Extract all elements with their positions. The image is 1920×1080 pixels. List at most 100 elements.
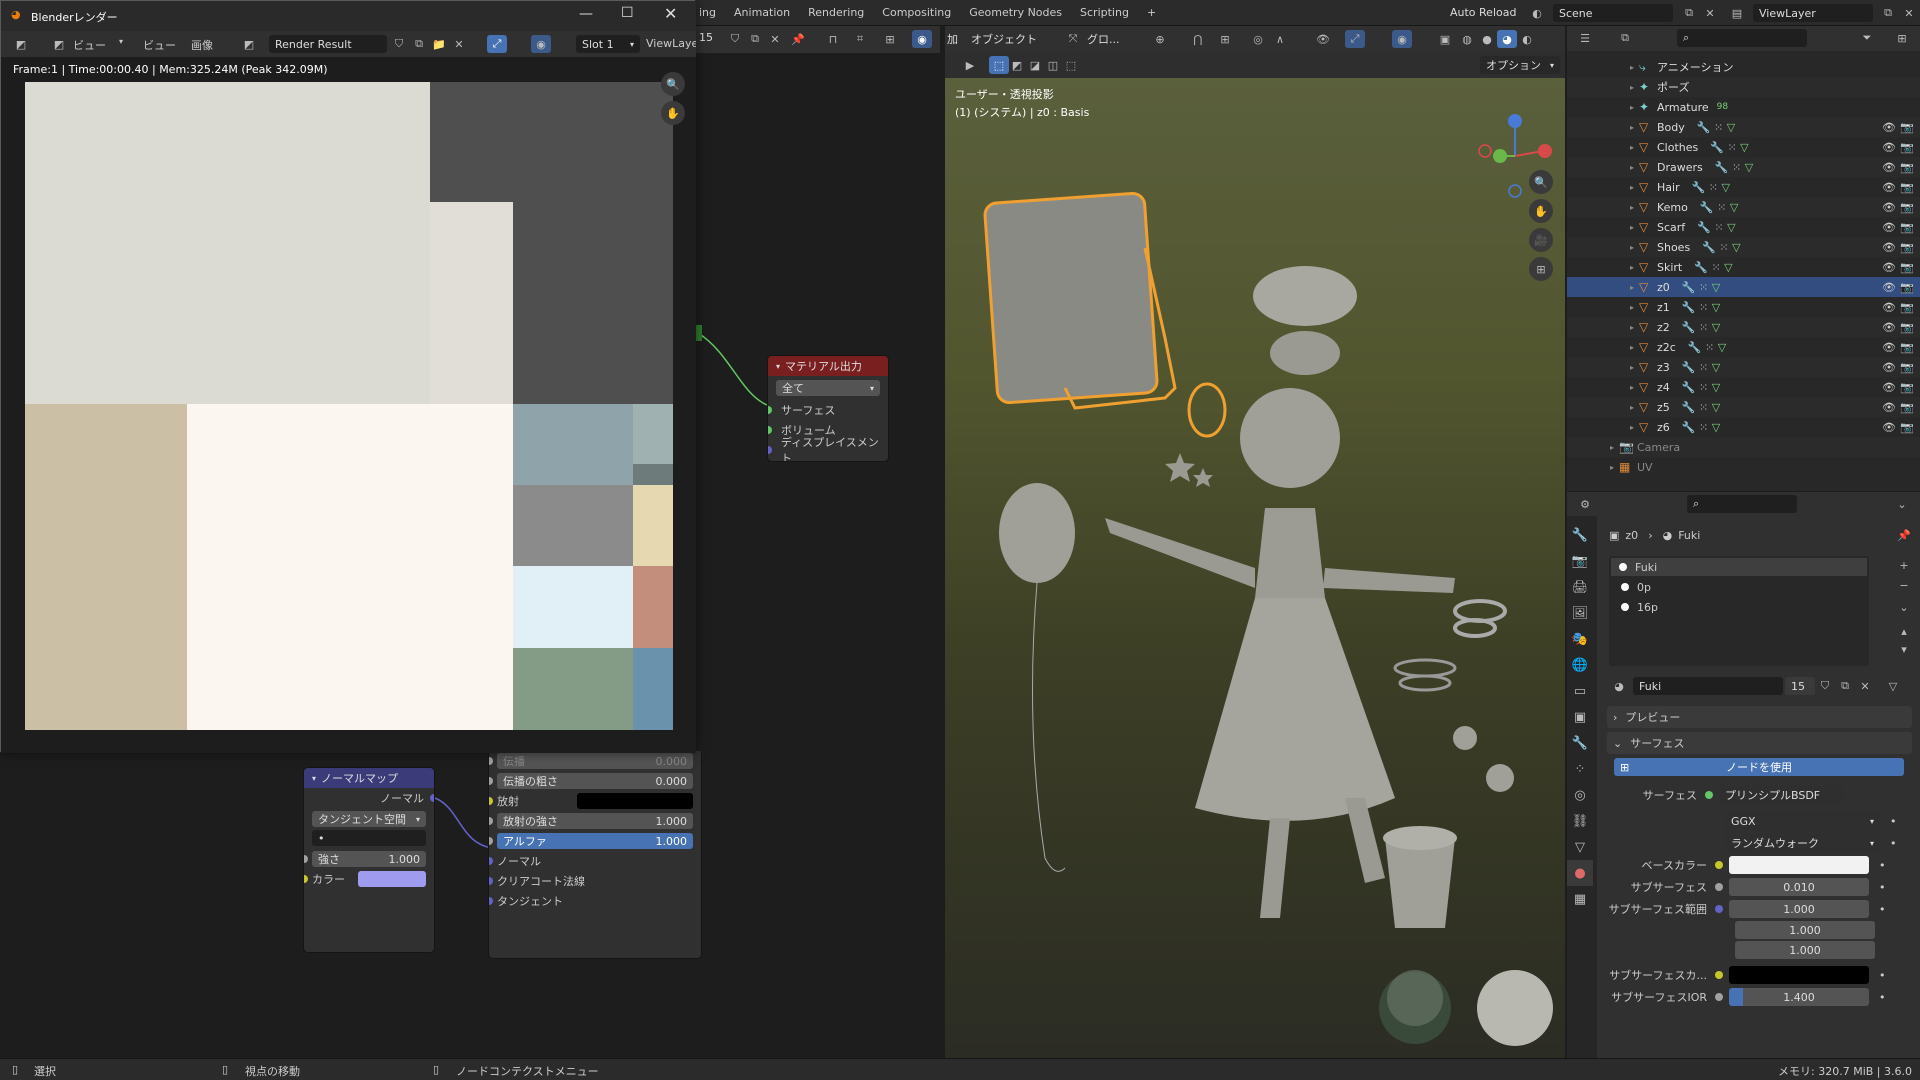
emission-strength-socket[interactable] xyxy=(489,817,493,825)
expand-arrow-icon[interactable]: ▸ xyxy=(1625,403,1639,412)
modifier-icon[interactable]: 🔧 xyxy=(1715,161,1729,174)
collapse-icon[interactable]: ▾ xyxy=(312,774,316,783)
outliner-item-uv[interactable]: ▸ ▦ UV xyxy=(1567,457,1920,477)
data-tab-icon[interactable]: ▽ xyxy=(1567,834,1593,860)
render-visibility-icon[interactable]: 📷 xyxy=(1900,401,1914,414)
color-swatch[interactable] xyxy=(358,871,426,887)
view-menu[interactable]: ビュー xyxy=(143,37,176,53)
auto-reload-label[interactable]: Auto Reload xyxy=(1450,6,1516,19)
mesh-data-icon[interactable]: ▽ xyxy=(1712,321,1720,334)
proportional-icon[interactable]: ◎ xyxy=(1248,30,1268,48)
constraints-tab-icon[interactable]: ⛓ xyxy=(1567,808,1593,834)
normal-map-node[interactable]: ▾ ノーマルマップ ノーマル タンジェント空間 ▾ • 強さ 1.000 カラー xyxy=(303,767,435,953)
pan-hand-icon[interactable]: ✋ xyxy=(1529,199,1553,223)
image-menu[interactable]: 画像 xyxy=(191,37,213,53)
expand-arrow-icon[interactable]: ▸ xyxy=(1625,243,1639,252)
vertex-group-icon[interactable]: ⁙ xyxy=(1727,141,1736,154)
select-invert-icon[interactable]: ◫ xyxy=(1043,56,1063,74)
render-view-layer[interactable]: ViewLaye xyxy=(646,37,696,50)
collapse-icon[interactable]: ▾ xyxy=(776,362,780,371)
use-nodes-button[interactable]: ⊞ ノードを使用 xyxy=(1614,758,1904,776)
keyframe-dot-icon[interactable]: • xyxy=(1879,881,1886,894)
zoom-icon[interactable]: 🔍 xyxy=(661,72,685,96)
strength-socket[interactable] xyxy=(304,855,308,863)
render-visibility-icon[interactable]: 📷 xyxy=(1900,321,1914,334)
select-box-icon[interactable]: ⬚ xyxy=(989,56,1009,74)
vertex-group-icon[interactable]: ⁙ xyxy=(1719,241,1728,254)
modifier-icon[interactable]: 🔧 xyxy=(1688,341,1702,354)
vertex-group-icon[interactable]: ⁙ xyxy=(1699,381,1708,394)
alpha-field[interactable]: アルファ 1.000 xyxy=(497,833,693,849)
options-chevron-icon[interactable]: ⌄ xyxy=(1892,495,1912,513)
material-output-node[interactable]: ▾ マテリアル出力 全て ▾ サーフェス ボリューム ディスプレイスメント xyxy=(767,355,889,462)
visibility-eye-icon[interactable]: 👁 xyxy=(1882,181,1896,194)
new-scene-icon[interactable]: ⧉ xyxy=(1679,4,1699,22)
mesh-data-icon[interactable]: ▽ xyxy=(1727,121,1735,134)
radius-y-field[interactable]: 1.000 xyxy=(1735,921,1875,939)
mesh-data-icon[interactable]: ▽ xyxy=(1712,301,1720,314)
render-visibility-icon[interactable]: 📷 xyxy=(1900,421,1914,434)
expand-arrow-icon[interactable]: ▸ xyxy=(1625,303,1639,312)
keyframe-dot-icon[interactable]: • xyxy=(1879,991,1886,1004)
visibility-eye-icon[interactable]: 👁 xyxy=(1882,141,1896,154)
mesh-data-icon[interactable]: ▽ xyxy=(1712,281,1720,294)
scene-field[interactable]: Scene xyxy=(1553,4,1673,22)
view-layer-tab-icon[interactable]: 🖼 xyxy=(1567,600,1593,626)
render-canvas[interactable]: Frame:1 | Time:00:00.40 | Mem:325.24M (P… xyxy=(1,57,696,753)
mesh-data-icon[interactable]: ▽ xyxy=(1724,261,1732,274)
unlink-icon[interactable]: ✕ xyxy=(449,35,469,53)
view-mode-menu[interactable]: ビュー xyxy=(73,37,106,53)
editor-type-icon[interactable]: ◩ xyxy=(11,35,31,53)
output-target-select[interactable]: 全て ▾ xyxy=(776,380,880,396)
expand-arrow-icon[interactable]: ▸ xyxy=(1605,443,1619,452)
vertex-group-icon[interactable]: ⁙ xyxy=(1714,221,1723,234)
close-button[interactable]: ✕ xyxy=(664,4,677,23)
add-workspace-button[interactable]: + xyxy=(1138,0,1165,26)
modifier-icon[interactable]: 🔧 xyxy=(1710,141,1724,154)
modifier-icon[interactable]: 🔧 xyxy=(1682,321,1696,334)
transmission-roughness-field[interactable]: 伝播の粗さ 0.000 xyxy=(497,773,693,789)
expand-arrow-icon[interactable]: ▸ xyxy=(1625,423,1639,432)
render-visibility-icon[interactable]: 📷 xyxy=(1900,141,1914,154)
pin-icon[interactable]: 📌 xyxy=(1894,526,1914,544)
outliner-item-scarf[interactable]: ▸ ▽ Scarf 🔧 ⁙ ▽ 👁 📷 xyxy=(1567,217,1920,237)
sss-method-select[interactable]: ランダムウォーク ▾ xyxy=(1725,834,1880,852)
xray-icon[interactable]: ▣ xyxy=(1435,30,1455,48)
clearcoat-normal-socket[interactable] xyxy=(489,877,493,885)
delete-scene-icon[interactable]: ✕ xyxy=(1700,4,1720,22)
modifier-icon[interactable]: 🔧 xyxy=(1692,181,1706,194)
outliner-search-input[interactable]: ⌕ xyxy=(1677,29,1807,47)
expand-arrow-icon[interactable]: ▸ xyxy=(1625,183,1639,192)
modifier-icon[interactable]: 🔧 xyxy=(1682,381,1696,394)
outliner-item-z6[interactable]: ▸ ▽ z6 🔧 ⁙ ▽ 👁 📷 xyxy=(1567,417,1920,437)
select-intersect-icon[interactable]: ⬚ xyxy=(1061,56,1081,74)
mesh-data-icon[interactable]: ▽ xyxy=(1712,361,1720,374)
vertex-group-icon[interactable]: ⁙ xyxy=(1699,301,1708,314)
modifier-tab-icon[interactable]: 🔧 xyxy=(1567,730,1593,756)
viewport-canvas[interactable]: ユーザー・透視投影 (1) (システム) | z0 : Basis 🔍 ✋ 🎥 … xyxy=(945,78,1565,1058)
pan-hand-icon[interactable]: ✋ xyxy=(661,101,685,125)
expand-arrow-icon[interactable]: ▸ xyxy=(1625,123,1639,132)
outliner-item-z1[interactable]: ▸ ▽ z1 🔧 ⁙ ▽ 👁 📷 xyxy=(1567,297,1920,317)
link-type-icon[interactable]: ▽ xyxy=(1883,677,1903,695)
render-visibility-icon[interactable]: 📷 xyxy=(1900,261,1914,274)
mesh-data-icon[interactable]: ▽ xyxy=(1745,161,1753,174)
texture-tab-icon[interactable]: ▦ xyxy=(1567,886,1593,912)
output-tab-icon[interactable]: 🖨 xyxy=(1567,574,1593,600)
fake-user-icon[interactable]: ⛉ xyxy=(1815,677,1835,695)
surface-panel-header[interactable]: ⌄ サーフェス xyxy=(1607,732,1912,754)
outliner-item-hair[interactable]: ▸ ▽ Hair 🔧 ⁙ ▽ 👁 📷 xyxy=(1567,177,1920,197)
orientation-label[interactable]: グロ... xyxy=(1087,31,1120,47)
perspective-grid-icon[interactable]: ⊞ xyxy=(1529,257,1553,281)
editor-type-icon[interactable]: ⚙ xyxy=(1575,495,1595,513)
tab-compositing[interactable]: Compositing xyxy=(873,0,960,26)
scene-icon[interactable]: ◐ xyxy=(1527,4,1547,22)
outliner-item-z2[interactable]: ▸ ▽ z2 🔧 ⁙ ▽ 👁 📷 xyxy=(1567,317,1920,337)
tab-scripting[interactable]: Scripting xyxy=(1071,0,1138,26)
visibility-eye-icon[interactable]: 👁 xyxy=(1882,161,1896,174)
duplicate-icon[interactable]: ⧉ xyxy=(1835,677,1855,695)
surface-shader-field[interactable]: プリンシプルBSDF xyxy=(1719,786,1844,804)
visibility-eye-icon[interactable]: 👁 xyxy=(1882,281,1896,294)
alpha-socket[interactable] xyxy=(489,837,493,845)
material-slot-0[interactable]: Fuki xyxy=(1611,558,1867,576)
